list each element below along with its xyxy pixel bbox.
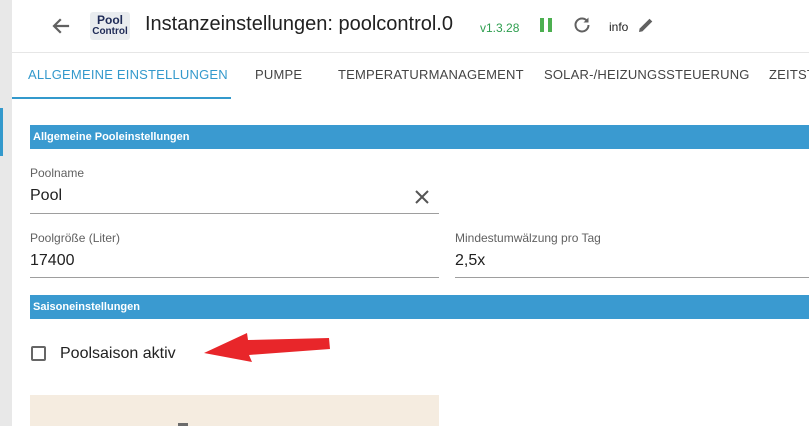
section-season-settings: Saisoneinstellungen — [30, 295, 809, 319]
log-level-text[interactable]: info — [609, 20, 628, 34]
poolcontrol-logo: Pool Control — [90, 12, 130, 40]
min-circulation-input[interactable]: 2,5x — [455, 252, 485, 270]
pause-icon[interactable] — [538, 16, 554, 34]
pool-name-label: Poolname — [30, 166, 85, 180]
left-sidebar-edge — [0, 0, 12, 426]
left-sidebar-active-indicator — [0, 108, 3, 156]
active-tab-indicator — [12, 97, 231, 99]
tab-general-settings[interactable]: ALLGEMEINE EINSTELLUNGEN — [28, 67, 228, 82]
min-circulation-underline — [455, 277, 809, 278]
min-circulation-label: Mindestumwälzung pro Tag — [455, 231, 601, 245]
section-general-pool-settings: Allgemeine Pooleinstellungen — [30, 125, 809, 149]
reload-icon[interactable] — [572, 15, 592, 35]
tab-solar-heating-control[interactable]: SOLAR-/HEIZUNGSSTEUERUNG — [544, 67, 750, 82]
pool-size-input[interactable]: 17400 — [30, 252, 75, 270]
back-arrow-icon[interactable] — [48, 13, 74, 39]
instance-settings-dialog: Pool Control Instanzeinstellungen: poolc… — [12, 0, 809, 426]
pool-name-input[interactable]: Pool — [30, 187, 62, 205]
pool-size-underline — [30, 277, 439, 278]
edit-pencil-icon[interactable] — [636, 15, 656, 35]
tab-time[interactable]: ZEITST — [769, 67, 809, 82]
annotation-arrow-icon — [202, 328, 332, 374]
pool-name-underline — [30, 213, 439, 214]
pool-season-checkbox[interactable] — [31, 346, 46, 361]
pool-season-label[interactable]: Poolsaison aktiv — [60, 345, 176, 363]
tab-temperature-management[interactable]: TEMPERATURMANAGEMENT — [338, 67, 524, 82]
version-badge: v1.3.28 — [480, 21, 520, 35]
page-title: Instanzeinstellungen: poolcontrol.0 — [145, 13, 453, 35]
preview-image — [30, 395, 439, 426]
pool-size-label: Poolgröße (Liter) — [30, 231, 121, 245]
clear-icon[interactable] — [413, 188, 431, 206]
tab-bar: ALLGEMEINE EINSTELLUNGEN PUMPE TEMPERATU… — [12, 52, 809, 99]
tab-pump[interactable]: PUMPE — [255, 67, 302, 82]
dialog-header: Pool Control Instanzeinstellungen: poolc… — [12, 0, 809, 52]
